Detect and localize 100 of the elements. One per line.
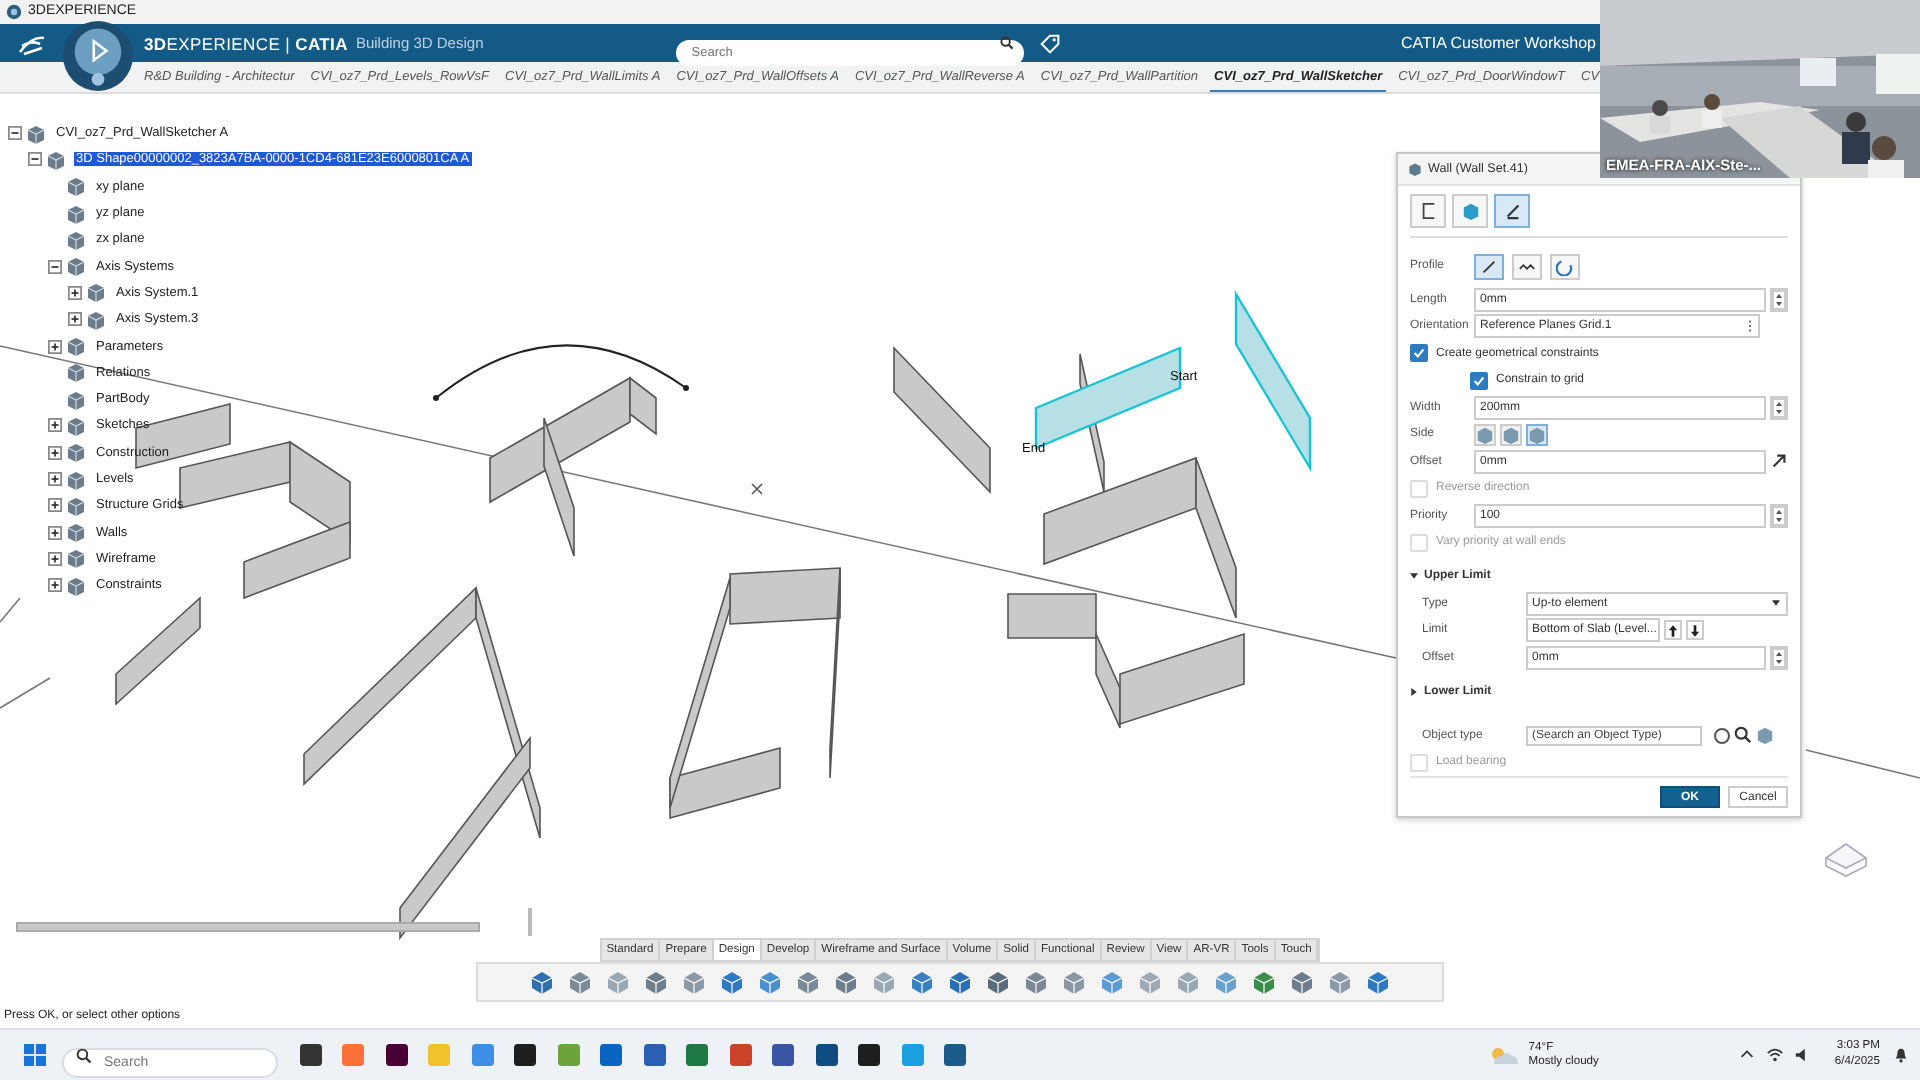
wall-panel	[115, 596, 201, 706]
cube-icon[interactable]	[682, 970, 706, 995]
cube-icon[interactable]	[1328, 970, 1352, 995]
app-icon[interactable]	[858, 1044, 880, 1067]
side-button[interactable]	[1526, 423, 1548, 446]
brand-title: 3DEXPERIENCE | CATIA	[144, 33, 348, 54]
profile-button[interactable]	[1512, 253, 1542, 280]
bell-icon[interactable]	[1892, 1046, 1910, 1065]
cube-icon	[66, 176, 86, 197]
scroll-bar[interactable]	[528, 908, 532, 937]
tag-icon[interactable]	[1039, 33, 1060, 54]
cube-icon	[46, 149, 66, 170]
mode-button[interactable]	[1410, 193, 1446, 228]
side-button[interactable]	[1474, 423, 1496, 446]
caret-icon	[1410, 687, 1418, 696]
side-button[interactable]	[1500, 423, 1522, 446]
workspace-title: CATIA Customer Workshop	[1400, 34, 1596, 53]
arrow-icon[interactable]	[1770, 452, 1788, 471]
radio-button[interactable]	[1714, 727, 1730, 744]
cloud-icon	[1488, 1045, 1521, 1066]
caret-icon	[1410, 572, 1418, 581]
expand-toggle[interactable]	[48, 525, 62, 540]
cube-icon[interactable]	[720, 970, 744, 995]
cube-icon[interactable]	[758, 970, 782, 995]
spin-buttons[interactable]	[1770, 645, 1788, 670]
cube-icon[interactable]	[910, 970, 934, 995]
cube-icon[interactable]	[1024, 970, 1048, 995]
mode-button[interactable]	[1494, 193, 1530, 228]
cube-icon[interactable]	[1290, 970, 1314, 995]
expand-toggle[interactable]	[48, 472, 62, 487]
cube-icon[interactable]	[644, 970, 668, 995]
expand-toggle[interactable]	[68, 285, 82, 300]
cube-icon[interactable]	[948, 970, 972, 995]
spin-buttons[interactable]	[1770, 287, 1788, 312]
app-icon[interactable]	[385, 1044, 407, 1067]
expand-toggle[interactable]	[68, 312, 82, 327]
cube-icon[interactable]	[1062, 970, 1086, 995]
cube-icon	[1408, 161, 1422, 176]
windows-icon[interactable]	[24, 1044, 46, 1067]
app-icon[interactable]	[815, 1044, 837, 1067]
search-icon[interactable]	[1734, 726, 1752, 745]
pencil-icon	[1503, 201, 1521, 220]
app-icon[interactable]	[944, 1044, 966, 1067]
compass-icon[interactable]	[62, 20, 134, 92]
profile-button[interactable]	[1550, 253, 1580, 280]
cube-icon	[66, 548, 86, 569]
app-icon	[6, 3, 22, 20]
cube-icon	[66, 203, 86, 224]
app-icon[interactable]	[772, 1044, 794, 1067]
wifi-icon[interactable]	[1766, 1046, 1785, 1065]
cursor-cross	[751, 483, 763, 495]
checkbox[interactable]	[1410, 344, 1428, 363]
cube-icon[interactable]	[568, 970, 592, 995]
cube-icon	[66, 575, 86, 596]
spin-buttons[interactable]	[1770, 503, 1788, 528]
cube-icon[interactable]	[1100, 970, 1124, 995]
app-icon[interactable]	[514, 1044, 536, 1067]
expand-toggle[interactable]	[28, 152, 42, 167]
checkbox[interactable]	[1470, 371, 1488, 390]
cube-icon	[66, 229, 86, 250]
cube-icon	[86, 309, 106, 330]
expand-toggle[interactable]	[48, 578, 62, 593]
caret-icon	[1772, 599, 1780, 606]
cube-icon	[66, 469, 86, 490]
logo-icon	[16, 31, 48, 56]
app-icon[interactable]	[299, 1044, 321, 1067]
expand-toggle[interactable]	[48, 418, 62, 433]
cube-icon[interactable]	[834, 970, 858, 995]
cube-icon	[66, 495, 86, 516]
cube-icon	[66, 362, 86, 383]
expand-toggle[interactable]	[48, 259, 62, 274]
down-arrow-button[interactable]	[1686, 620, 1704, 641]
cube-icon	[66, 442, 86, 463]
search-icon	[76, 1047, 92, 1064]
corner-icon	[1419, 201, 1437, 220]
search-icon[interactable]	[999, 36, 1014, 51]
expand-toggle[interactable]	[8, 126, 22, 141]
arc-icon	[1556, 257, 1574, 276]
profile-button[interactable]	[1474, 253, 1504, 280]
expand-toggle[interactable]	[48, 498, 62, 513]
up-arrow-button[interactable]	[1664, 620, 1682, 641]
cube-icon	[26, 123, 46, 144]
expand-toggle[interactable]	[48, 445, 62, 460]
expand-toggle[interactable]	[48, 339, 62, 354]
cube-icon	[1461, 201, 1479, 220]
expand-toggle[interactable]	[48, 551, 62, 566]
cube-icon[interactable]	[986, 970, 1010, 995]
cube-icon	[66, 415, 86, 436]
cube-icon[interactable]	[1366, 970, 1390, 995]
spin-buttons[interactable]	[1770, 395, 1788, 420]
cube-icon[interactable]	[796, 970, 820, 995]
reference-line	[0, 677, 51, 709]
cube-icon[interactable]	[530, 970, 554, 995]
cube-icon	[66, 336, 86, 357]
cube-icon	[66, 522, 86, 543]
scroll-bar[interactable]	[16, 922, 480, 933]
cube-icon[interactable]	[1252, 970, 1276, 995]
cube-icon	[66, 389, 86, 410]
cube-icon	[86, 282, 106, 303]
cube-icon	[66, 256, 86, 277]
